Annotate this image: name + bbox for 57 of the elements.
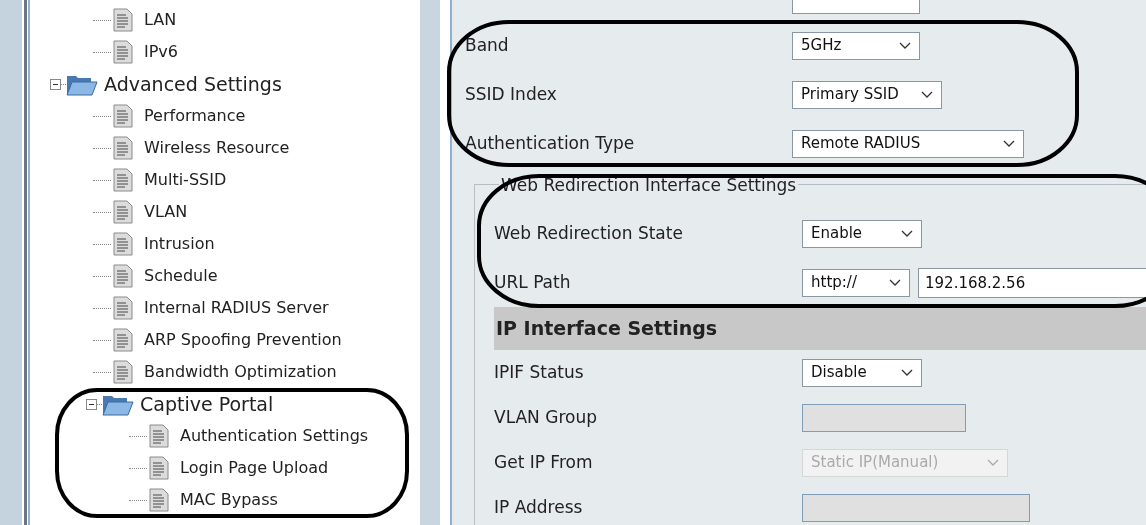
tree-item[interactable]: Authentication Settings	[180, 424, 369, 448]
document-icon	[149, 456, 169, 480]
tree-item[interactable]: Performance	[144, 104, 246, 128]
tree-item[interactable]: Bandwidth Optimization	[144, 360, 337, 384]
document-icon	[149, 424, 169, 448]
chevron-icon	[901, 229, 913, 238]
dropdown[interactable]: Enable	[802, 219, 922, 248]
field-label: IPIF Status	[494, 360, 585, 384]
dropdown[interactable]: Disable	[802, 358, 922, 387]
document-icon	[113, 104, 133, 128]
tree-item[interactable]: Multi-SSID	[144, 168, 227, 192]
field-label: Web Redirection State	[494, 221, 684, 245]
dropdown: Static IP(Manual)	[802, 448, 1008, 477]
field-label: IP Address	[494, 495, 584, 519]
collapse-icon[interactable]	[50, 78, 61, 90]
document-icon	[113, 360, 133, 384]
field-label: Get IP From	[494, 450, 594, 474]
document-icon	[113, 296, 133, 320]
field-label: Authentication Type	[465, 131, 636, 155]
dropdown[interactable]: 5GHz	[792, 31, 920, 60]
section-header: IP Interface Settings	[494, 307, 1146, 350]
tree-item[interactable]: Wireless Resource	[144, 136, 290, 160]
document-icon	[113, 264, 133, 288]
tree-item[interactable]: Internal RADIUS Server	[144, 296, 329, 320]
document-icon	[113, 232, 133, 256]
tree-item[interactable]: Schedule	[144, 264, 218, 288]
tree-item[interactable]: VLAN	[144, 200, 188, 224]
tree-item[interactable]: Login Page Upload	[180, 456, 329, 480]
document-icon	[113, 8, 133, 32]
dropdown[interactable]: http://	[802, 268, 910, 297]
url-field[interactable]: 192.168.2.56	[918, 267, 1146, 298]
chevron-icon	[1003, 139, 1015, 148]
chevron-icon	[901, 368, 913, 377]
chevron-icon	[987, 458, 999, 467]
collapse-icon[interactable]	[86, 398, 97, 410]
tree-item[interactable]: IPv6	[144, 40, 178, 64]
document-icon	[113, 328, 133, 352]
chevron-icon	[899, 41, 911, 50]
document-icon	[113, 200, 133, 224]
tree-folder[interactable]: Captive Portal	[140, 389, 274, 419]
tree-item[interactable]: MAC Bypass	[180, 488, 278, 512]
tree-item[interactable]: Intrusion	[144, 232, 215, 256]
document-icon	[113, 136, 133, 160]
tree-item[interactable]: LAN	[144, 8, 177, 32]
document-icon	[149, 488, 169, 512]
field-label: Band	[465, 33, 510, 57]
field-label: VLAN Group	[494, 405, 598, 429]
dropdown[interactable]: Primary SSID	[792, 80, 942, 109]
document-icon	[113, 40, 133, 64]
chevron-icon	[921, 90, 933, 99]
field-label: SSID Index	[465, 82, 558, 106]
tree-item[interactable]: ARP Spoofing Prevention	[144, 328, 342, 352]
tree-folder[interactable]: Advanced Settings	[104, 69, 282, 99]
field-label: URL Path	[494, 270, 572, 294]
document-icon	[113, 168, 133, 192]
chevron-icon	[889, 278, 901, 287]
dropdown[interactable]: Remote RADIUS	[792, 129, 1024, 158]
